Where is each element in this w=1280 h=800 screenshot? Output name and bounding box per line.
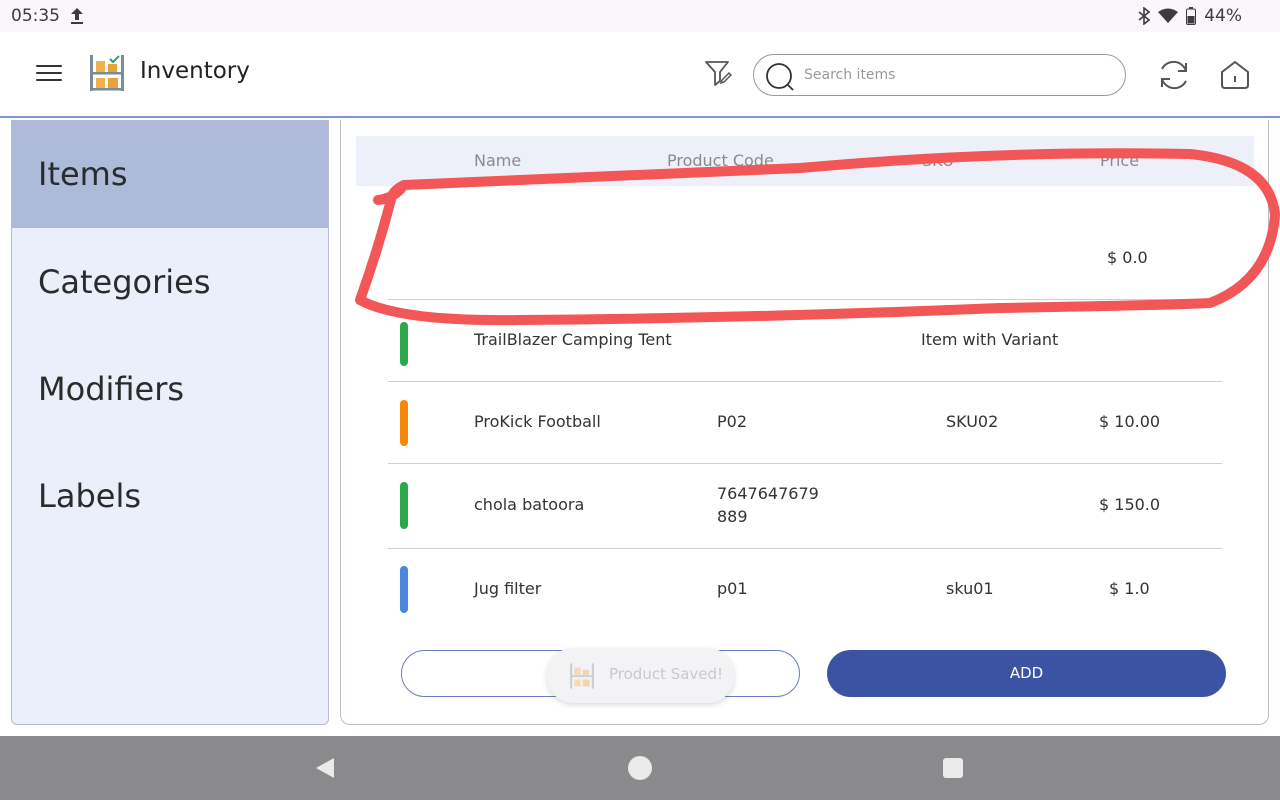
- search-icon: [766, 63, 794, 91]
- filter-icon[interactable]: [704, 59, 732, 89]
- menu-icon[interactable]: [36, 65, 62, 83]
- wifi-icon: [1158, 8, 1179, 23]
- refresh-icon[interactable]: [1157, 58, 1191, 92]
- table-header: Name Product Code SKU Price: [356, 136, 1254, 186]
- row-name: chola batoora: [474, 495, 585, 514]
- status-bar: 05:35 44%: [0, 0, 1280, 32]
- battery-percent: 44%: [1204, 6, 1242, 26]
- sidebar-item-modifiers[interactable]: Modifiers: [12, 335, 328, 443]
- column-product-code: Product Code: [667, 151, 774, 170]
- toast-message: Product Saved!: [609, 665, 724, 683]
- row-product-code: P02: [717, 412, 748, 431]
- row-product-code: p01: [717, 579, 748, 598]
- row-color-indicator: [400, 400, 408, 446]
- app-title: Inventory: [140, 58, 250, 84]
- row-price: $ 0.0: [1107, 248, 1148, 267]
- app-bar: Inventory: [0, 32, 1280, 118]
- items-panel: Name Product Code SKU Price $ 0.0 TrailB…: [340, 120, 1269, 725]
- row-price: $ 10.00: [1099, 412, 1161, 431]
- add-button[interactable]: ADD: [827, 650, 1226, 697]
- row-name: Jug filter: [474, 579, 542, 598]
- status-icons: 44%: [1138, 6, 1242, 26]
- inventory-logo-icon: [90, 55, 124, 91]
- search-input[interactable]: [804, 61, 1104, 89]
- row-sku: sku01: [946, 579, 994, 598]
- recents-icon[interactable]: [943, 758, 963, 778]
- table-row[interactable]: ProKick Football P02 SKU02 $ 10.00: [388, 382, 1222, 464]
- column-name: Name: [474, 151, 522, 170]
- row-name: TrailBlazer Camping Tent: [474, 330, 672, 349]
- home-icon[interactable]: [1219, 59, 1251, 91]
- home-nav-icon[interactable]: [628, 756, 652, 780]
- bluetooth-icon: [1138, 7, 1151, 25]
- system-nav-bar: [0, 736, 1280, 800]
- row-product-code: 7647647679 889: [717, 484, 819, 526]
- table-row[interactable]: Jug filter p01 sku01 $ 1.0: [388, 549, 1222, 629]
- sidebar-item-items[interactable]: Items: [12, 120, 328, 228]
- column-price: Price: [1100, 151, 1140, 170]
- toast: Product Saved!: [547, 648, 734, 703]
- row-color-indicator: [400, 322, 408, 366]
- battery-icon: [1186, 7, 1197, 25]
- row-sku: Item with Variant: [921, 330, 1059, 349]
- sidebar: Items Categories Modifiers Labels: [11, 120, 329, 725]
- row-sku: SKU02: [946, 412, 999, 431]
- upload-icon: [71, 8, 83, 24]
- table-row[interactable]: $ 0.0: [388, 186, 1222, 300]
- sidebar-item-labels[interactable]: Labels: [12, 442, 328, 550]
- inventory-logo-icon: [570, 663, 594, 689]
- row-price: $ 1.0: [1109, 579, 1150, 598]
- row-color-indicator: [400, 566, 408, 613]
- row-name: ProKick Football: [474, 412, 601, 431]
- back-icon[interactable]: [314, 756, 336, 780]
- row-price: $ 150.0: [1099, 495, 1161, 514]
- column-sku: SKU: [922, 151, 954, 170]
- table-row[interactable]: TrailBlazer Camping Tent Item with Varia…: [388, 300, 1222, 382]
- row-color-indicator: [400, 482, 408, 529]
- search-box[interactable]: [753, 54, 1126, 96]
- table-row[interactable]: chola batoora 7647647679 889 $ 150.0: [388, 464, 1222, 549]
- sidebar-item-categories[interactable]: Categories: [12, 228, 328, 336]
- status-time: 05:35: [11, 6, 60, 26]
